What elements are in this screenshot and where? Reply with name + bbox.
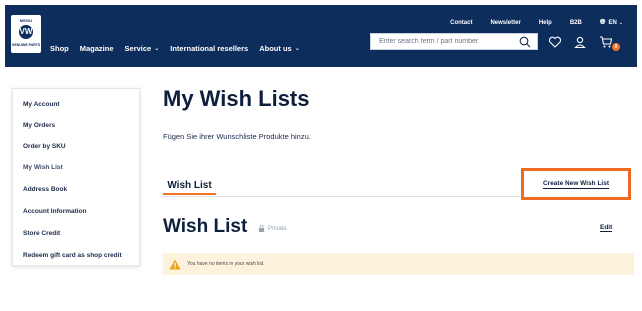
b2b-link[interactable]: B2B [570, 20, 582, 26]
cart-count-badge: 0 [612, 43, 620, 51]
chevron-down-icon: ⌄ [294, 45, 300, 52]
top-links: Contact Newsletter Help B2B 🌐︎ EN ⌄ [432, 19, 623, 27]
main-nav: Shop Magazine Service ⌄ International res… [50, 41, 311, 55]
nav-label: About us [259, 43, 292, 53]
vw-badge-icon: VW [19, 25, 33, 39]
globe-icon: 🌐︎ [599, 19, 606, 26]
sidebar-item-my-account[interactable]: My Account [23, 101, 60, 108]
edit-wish-list-link[interactable]: Edit [600, 224, 613, 232]
help-link[interactable]: Help [539, 20, 552, 26]
privacy-label: Private [268, 225, 287, 232]
nav-label: Magazine [79, 43, 114, 53]
user-icon[interactable] [573, 35, 587, 49]
logo-bottom-text: GENUINE PARTS [11, 43, 41, 47]
nav-item-about-us[interactable]: About us ⌄ [259, 44, 300, 53]
sidebar-item-my-wish-list[interactable]: My Wish List [23, 164, 63, 171]
language-label: EN [608, 20, 617, 26]
warning-icon [169, 259, 181, 269]
nav-label: Shop [50, 43, 69, 53]
nav-item-shop[interactable]: Shop [50, 44, 69, 53]
sidebar-item-account-information[interactable]: Account Information [23, 208, 87, 215]
privacy-status: Private [258, 225, 287, 232]
page-title: My Wish Lists [163, 86, 310, 111]
site-header: MENU VW GENUINE PARTS Shop Magazine Serv… [5, 5, 637, 67]
sidebar-item-my-orders[interactable]: My Orders [23, 122, 55, 129]
sidebar-item-store-credit[interactable]: Store Credit [23, 230, 60, 237]
create-button-label: Create New Wish List [542, 179, 610, 189]
empty-wish-list-notice: You have no items in your wish list. [163, 253, 634, 275]
search-box [370, 33, 538, 50]
newsletter-link[interactable]: Newsletter [490, 20, 520, 26]
tab-wish-list[interactable]: Wish List [163, 178, 216, 195]
nav-item-magazine[interactable]: Magazine [80, 44, 114, 53]
search-icon[interactable] [519, 36, 531, 48]
nav-item-service[interactable]: Service ⌄ [125, 44, 160, 53]
sidebar-item-address-book[interactable]: Address Book [23, 186, 67, 193]
heart-icon[interactable] [548, 35, 562, 49]
chevron-down-icon: ⌄ [618, 20, 623, 26]
nav-label: Service [124, 43, 152, 53]
nav-item-international-resellers[interactable]: International resellers [170, 44, 248, 53]
wish-list-title: Wish List [163, 216, 248, 237]
sidebar-item-redeem-gift-card[interactable]: Redeem gift card as shop credit [23, 252, 122, 259]
create-new-wish-list-button[interactable]: Create New Wish List [521, 168, 631, 200]
cart-icon[interactable] [599, 35, 613, 49]
contact-link[interactable]: Contact [450, 20, 472, 26]
nav-label: International resellers [170, 43, 249, 53]
search-input[interactable] [371, 38, 511, 45]
empty-message: You have no items in your wish list. [187, 261, 265, 267]
vw-genuine-parts-logo[interactable]: MENU VW GENUINE PARTS [11, 15, 41, 53]
sidebar-item-order-by-sku[interactable]: Order by SKU [23, 143, 66, 150]
logo-top-text: MENU [19, 18, 33, 23]
account-sidebar: My Account My Orders Order by SKU My Wis… [12, 88, 140, 266]
chevron-down-icon: ⌄ [154, 45, 160, 52]
language-switcher[interactable]: 🌐︎ EN ⌄ [600, 19, 623, 27]
page-subtitle: Fügen Sie ihrer Wunschliste Produkte hin… [163, 132, 311, 141]
lock-icon [258, 225, 265, 232]
